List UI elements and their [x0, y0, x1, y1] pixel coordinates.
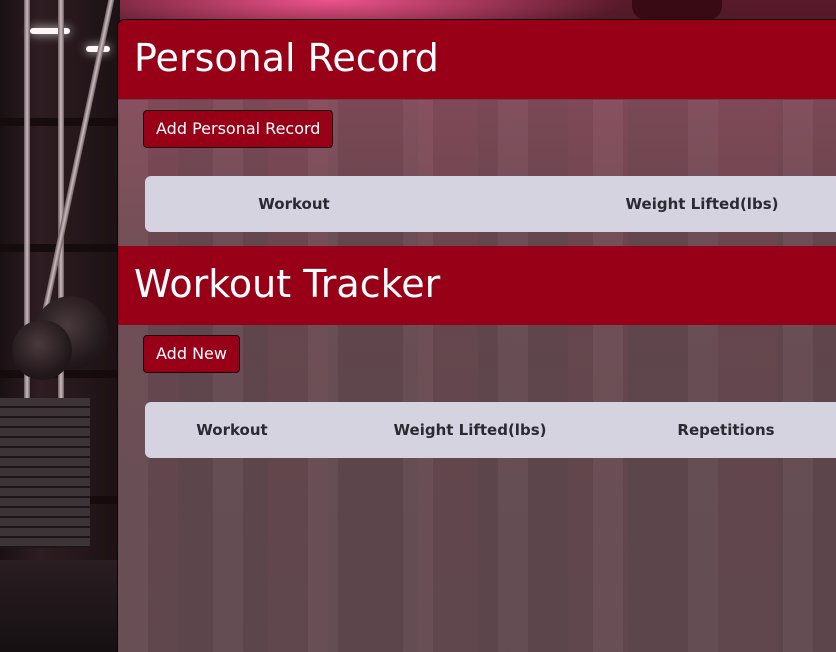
- workout-tracker-header: Workout Tracker: [118, 246, 836, 325]
- add-personal-record-button[interactable]: Add Personal Record: [143, 110, 334, 148]
- column-header-weight-lifted[interactable]: Weight Lifted(lbs): [626, 176, 779, 232]
- workout-tracker-table-header: Workout Weight Lifted(lbs) Repetitions: [145, 402, 836, 458]
- ceiling-light-decoration: [30, 28, 70, 34]
- personal-record-table-header: Workout Weight Lifted(lbs): [145, 176, 836, 232]
- add-new-workout-button[interactable]: Add New: [143, 335, 240, 373]
- ceiling-lamp-decoration: [632, 0, 722, 20]
- workout-tracker-title: Workout Tracker: [134, 262, 441, 306]
- personal-record-header: Personal Record: [118, 20, 836, 99]
- weight-stack-decoration: [0, 398, 90, 548]
- column-header-workout[interactable]: Workout: [196, 402, 267, 458]
- personal-record-title: Personal Record: [134, 36, 439, 80]
- floor-decoration: [0, 560, 120, 652]
- main-content-panel: Personal Record Add Personal Record Work…: [117, 19, 836, 652]
- column-header-weight-lifted[interactable]: Weight Lifted(lbs): [394, 402, 547, 458]
- weight-plate-decoration: [12, 320, 72, 380]
- column-header-repetitions[interactable]: Repetitions: [677, 402, 774, 458]
- column-header-workout[interactable]: Workout: [258, 176, 329, 232]
